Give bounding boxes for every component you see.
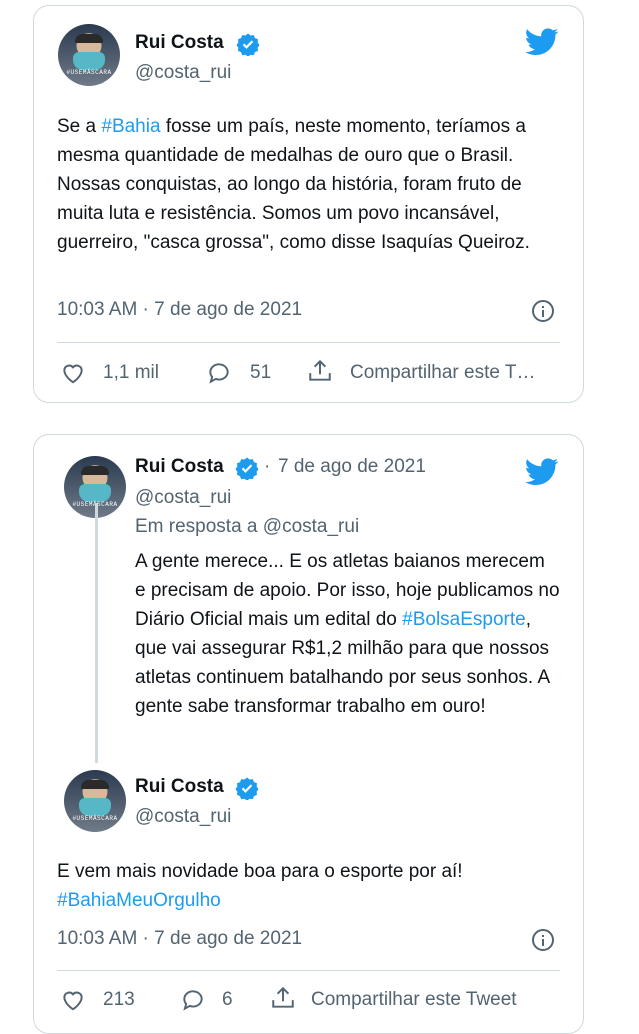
hashtag-link[interactable]: #BolsaEsporte	[402, 609, 526, 630]
avatar[interactable]: #USEMÁSCARA	[58, 24, 120, 86]
reply-count[interactable]: 6	[222, 989, 233, 1011]
avatar[interactable]: #USEMÁSCARA	[64, 770, 126, 832]
like-count[interactable]: 213	[103, 989, 135, 1011]
thread-connector-line	[95, 503, 98, 763]
share-button[interactable]: Compartilhar este T…	[350, 362, 536, 384]
author-name[interactable]: Rui Costa	[135, 776, 224, 798]
tweet-timestamp[interactable]: 10:03 AM · 7 de ago de 2021	[57, 299, 302, 321]
divider	[57, 342, 560, 343]
twitter-bird-icon[interactable]	[525, 458, 559, 486]
tweet-text: E vem mais novidade boa para o esporte p…	[57, 857, 567, 915]
reply-bubble-icon[interactable]	[180, 987, 206, 1013]
share-icon[interactable]	[270, 985, 296, 1011]
like-heart-icon[interactable]	[60, 987, 86, 1013]
verified-badge-icon	[236, 33, 260, 56]
verified-badge-icon	[235, 457, 259, 480]
reply-count[interactable]: 51	[250, 362, 271, 384]
info-icon[interactable]	[532, 929, 554, 951]
share-icon[interactable]	[307, 358, 333, 384]
hashtag-link[interactable]: #Bahia	[101, 116, 160, 137]
author-name[interactable]: Rui Costa	[135, 32, 224, 54]
verified-badge-icon	[235, 777, 259, 800]
twitter-bird-icon[interactable]	[525, 28, 559, 56]
tweet-timestamp[interactable]: 10:03 AM · 7 de ago de 2021	[57, 928, 302, 950]
reply-bubble-icon[interactable]	[206, 360, 232, 386]
info-icon[interactable]	[532, 300, 554, 322]
reply-context[interactable]: Em resposta a @costa_rui	[135, 516, 359, 538]
author-handle[interactable]: @costa_rui	[135, 806, 231, 828]
tweet-text: A gente merece... E os atletas baianos m…	[135, 551, 560, 717]
separator-dot: ·	[264, 456, 271, 477]
author-name[interactable]: Rui Costa	[135, 456, 224, 478]
author-handle[interactable]: @costa_rui	[135, 487, 231, 509]
like-heart-icon[interactable]	[60, 360, 86, 386]
hashtag-link[interactable]: #BahiaMeuOrgulho	[57, 886, 567, 915]
like-count[interactable]: 1,1 mil	[103, 362, 159, 384]
tweet-date[interactable]: 7 de ago de 2021	[278, 456, 426, 478]
share-button[interactable]: Compartilhar este Tweet	[311, 989, 517, 1011]
tweet-text: Se a #Bahia fosse um país, neste momento…	[57, 116, 530, 253]
author-handle[interactable]: @costa_rui	[135, 62, 231, 84]
divider	[57, 970, 560, 971]
